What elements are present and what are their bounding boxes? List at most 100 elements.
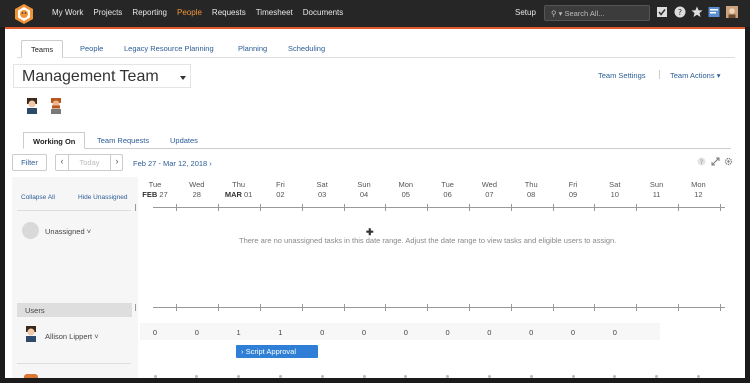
today-button[interactable]: Today [69, 158, 110, 167]
timeline-tick [427, 304, 429, 311]
daily-task-count[interactable]: 1 [259, 328, 301, 337]
updates-icon[interactable] [708, 6, 720, 18]
timeline-tick [469, 204, 470, 211]
expand-icon[interactable] [711, 157, 720, 166]
search-input[interactable]: ⚲ ▾ Search All... [544, 5, 650, 21]
page-title: Management Team [22, 68, 159, 85]
daily-indicator-dot [153, 375, 157, 378]
daily-task-count[interactable]: 0 [176, 328, 218, 337]
divider [17, 363, 131, 364]
people-subtabs: Teams People Legacy Resource Planning Pl… [17, 40, 735, 58]
tab-team-requests[interactable]: Team Requests [97, 132, 149, 149]
setup-link[interactable]: Setup [515, 8, 536, 17]
daily-task-count[interactable]: 0 [594, 328, 636, 337]
timeline-tick [260, 204, 261, 211]
timeline-tick [678, 204, 679, 211]
date-range-selector[interactable]: Feb 27 - Mar 12, 2018 › [133, 159, 212, 168]
date-column-header: Thu MAR 01 [224, 180, 253, 199]
chevron-down-icon [180, 76, 186, 80]
help-icon[interactable]: ? [674, 6, 686, 18]
nav-item-requests[interactable]: Requests [212, 8, 246, 17]
daily-indicator-dot [195, 375, 199, 378]
tab-teams[interactable]: Teams [21, 40, 64, 58]
team-selector[interactable]: Management Team [13, 64, 191, 88]
unassigned-avatar [22, 222, 39, 239]
workfront-logo-icon[interactable] [13, 3, 35, 25]
user-avatar-icon[interactable] [726, 6, 738, 18]
team-member-avatar[interactable] [25, 98, 39, 114]
gear-icon[interactable] [724, 157, 733, 166]
nav-item-reporting[interactable]: Reporting [132, 8, 167, 17]
daily-indicator-dot [362, 375, 366, 378]
previous-range-button[interactable]: ‹ [56, 155, 68, 170]
tab-working-on[interactable]: Working On [23, 132, 86, 149]
daily-task-count[interactable]: 0 [343, 328, 385, 337]
top-navigation-bar: My Work Projects Reporting People Requests Ti… [0, 0, 750, 27]
search-icon: ⚲ [551, 9, 557, 18]
user-name-toggle[interactable]: Allison Lippert ˅ [45, 332, 99, 341]
timeline-tick [594, 204, 596, 211]
daily-task-count[interactable]: 0 [427, 328, 469, 337]
daily-indicator-dot [446, 375, 450, 378]
unassigned-toggle[interactable]: Unassigned ˅ [45, 227, 91, 236]
timeline-tick [301, 204, 303, 211]
daily-task-count[interactable]: 0 [510, 328, 552, 337]
empty-state-message: There are no unassigned tasks in this da… [239, 236, 617, 245]
tab-updates[interactable]: Updates [170, 132, 198, 149]
tab-scheduling[interactable]: Scheduling [288, 40, 325, 58]
date-column-header: Sun 04 [357, 180, 371, 199]
tab-people[interactable]: People [80, 40, 103, 58]
svg-text:?: ? [700, 159, 703, 166]
help-icon[interactable]: ? [697, 157, 706, 166]
nav-item-timesheet[interactable]: Timesheet [256, 8, 293, 17]
main-nav: My Work Projects Reporting People Requests Ti… [52, 8, 353, 17]
divider [659, 70, 660, 79]
left-panel [12, 177, 138, 378]
daily-indicator-dot [404, 375, 408, 378]
timeline-tick [636, 204, 638, 211]
date-column-header: Tue FEB 27 [142, 180, 168, 199]
date-column-header: Sat 03 [316, 180, 328, 199]
timeline-tick [719, 204, 721, 211]
star-icon[interactable] [691, 6, 703, 18]
date-column-header: Thu 08 [524, 180, 538, 199]
tab-legacy-resource-planning[interactable]: Legacy Resource Planning [124, 40, 214, 58]
next-range-button[interactable]: › [111, 155, 123, 170]
timeline-tick [218, 204, 220, 211]
tab-planning[interactable]: Planning [238, 40, 267, 58]
nav-item-documents[interactable]: Documents [303, 8, 343, 17]
timeline-tick [469, 304, 470, 311]
date-column-header: Mon 05 [398, 180, 414, 199]
daily-task-count[interactable]: 0 [385, 328, 427, 337]
daily-task-count[interactable]: 1 [218, 328, 260, 337]
timeline-tick [594, 304, 596, 311]
user-avatar[interactable] [24, 374, 38, 378]
team-member-avatar[interactable] [49, 98, 63, 114]
daily-task-count[interactable]: 0 [301, 328, 343, 337]
nav-item-people[interactable]: People [177, 8, 202, 17]
search-scope-dropdown-icon[interactable]: ▾ [559, 9, 563, 18]
user-avatar[interactable] [24, 326, 38, 342]
filter-button[interactable]: Filter [12, 154, 47, 171]
daily-task-count[interactable]: 0 [552, 328, 594, 337]
team-actions-dropdown[interactable]: Team Actions ▾ [670, 71, 720, 80]
timeline-tick [552, 204, 554, 211]
collapse-all-link[interactable]: Collapse All [21, 194, 55, 201]
timeline-tick [427, 204, 429, 211]
work-tabs: Working On Team Requests Updates [23, 132, 731, 149]
daily-task-count[interactable]: 0 [134, 328, 176, 337]
timeline-tick [552, 304, 554, 311]
daily-indicator-dot [613, 375, 617, 378]
checkmark-icon[interactable] [656, 6, 668, 18]
nav-item-projects[interactable]: Projects [93, 8, 122, 17]
users-header-label: Users [25, 306, 45, 315]
daily-task-count[interactable]: 0 [468, 328, 510, 337]
team-settings-link[interactable]: Team Settings [598, 71, 646, 80]
timeline-tick [176, 204, 178, 211]
timeline-tick [385, 204, 387, 211]
timeline-tick [510, 204, 512, 211]
task-script-approval[interactable]: › Script Approval [236, 345, 318, 358]
search-placeholder: Search All... [564, 9, 605, 18]
hide-unassigned-link[interactable]: Hide Unassigned [78, 194, 128, 201]
nav-item-my-work[interactable]: My Work [52, 8, 83, 17]
